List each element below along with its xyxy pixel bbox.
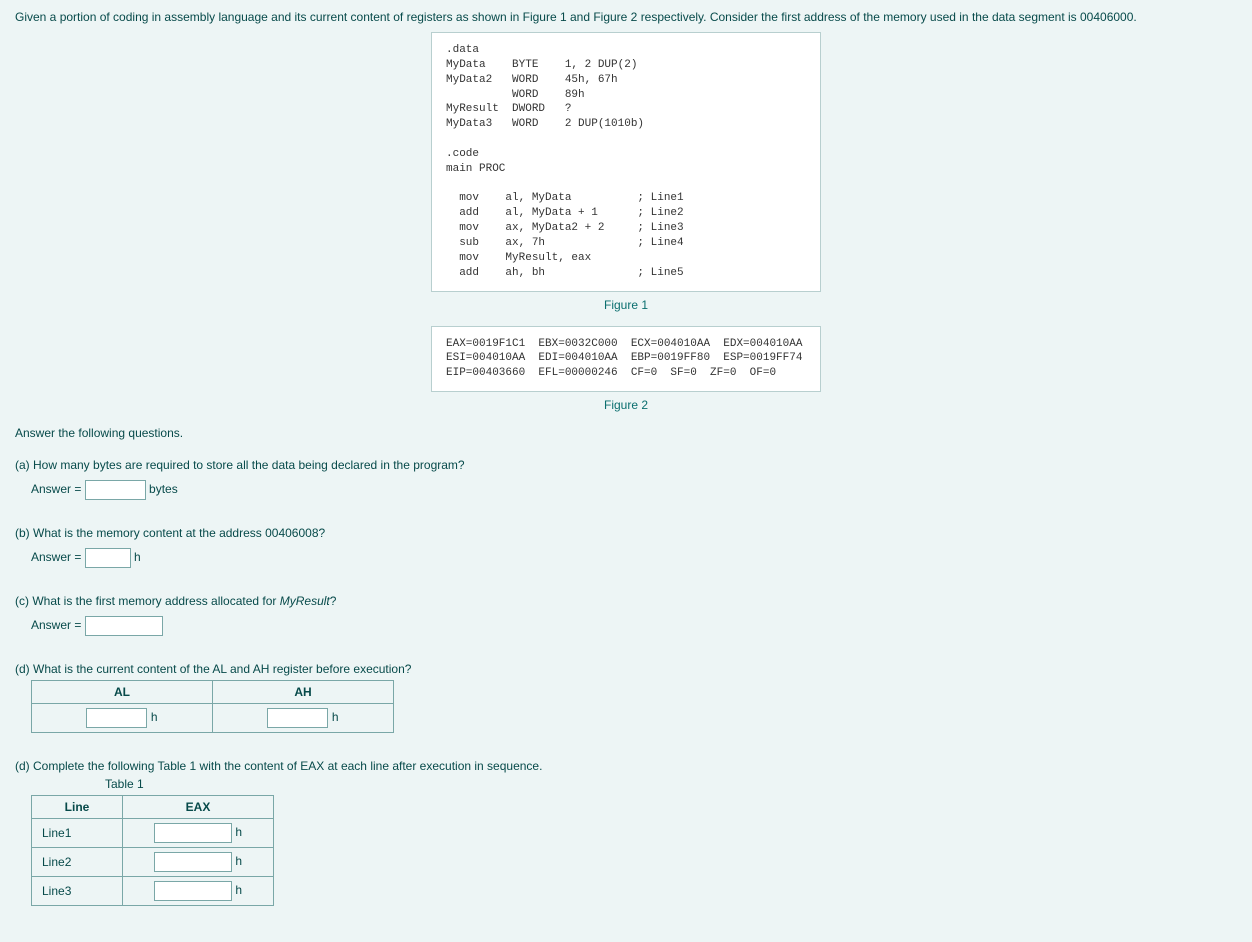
question-c-post: ? <box>330 594 337 608</box>
figure1-label: Figure 1 <box>15 298 1237 312</box>
row2-label: Line2 <box>32 848 123 877</box>
row1-suffix: h <box>235 825 242 839</box>
al-suffix: h <box>151 710 158 724</box>
question-b-text: (b) What is the memory content at the ad… <box>15 526 1237 540</box>
table-row: Line1 h <box>32 819 274 848</box>
row3-label: Line3 <box>32 877 123 906</box>
answer-b-prefix: Answer = <box>31 550 81 564</box>
row2-cell: h <box>123 848 274 877</box>
row2-suffix: h <box>235 854 242 868</box>
ah-header: AH <box>213 681 394 704</box>
eax-header: EAX <box>123 796 274 819</box>
row2-input[interactable] <box>154 852 232 872</box>
ah-cell: h <box>213 704 394 733</box>
row1-input[interactable] <box>154 823 232 843</box>
question-c-text: (c) What is the first memory address all… <box>15 594 1237 608</box>
figure2-code-box: EAX=0019F1C1 EBX=0032C000 ECX=004010AA E… <box>431 326 821 393</box>
ah-input[interactable] <box>267 708 328 728</box>
answer-c-prefix: Answer = <box>31 618 81 632</box>
row3-cell: h <box>123 877 274 906</box>
row3-input[interactable] <box>154 881 232 901</box>
question-a-text: (a) How many bytes are required to store… <box>15 458 1237 472</box>
table-row: Line3 h <box>32 877 274 906</box>
questions-header: Answer the following questions. <box>15 426 1237 440</box>
row1-cell: h <box>123 819 274 848</box>
answer-c-input[interactable] <box>85 616 163 636</box>
answer-a-prefix: Answer = <box>31 482 81 496</box>
al-input[interactable] <box>86 708 147 728</box>
answer-a-suffix: bytes <box>149 482 178 496</box>
al-ah-table: AL AH h h <box>31 680 394 733</box>
table-row: Line2 h <box>32 848 274 877</box>
eax-table: Line EAX Line1 h Line2 h Line3 h <box>31 795 274 906</box>
intro-text: Given a portion of coding in assembly la… <box>15 10 1237 24</box>
question-c-pre: (c) What is the first memory address all… <box>15 594 280 608</box>
question-d1-text: (d) What is the current content of the A… <box>15 662 1237 676</box>
row1-label: Line1 <box>32 819 123 848</box>
table1-title: Table 1 <box>105 777 1237 791</box>
question-d2-text: (d) Complete the following Table 1 with … <box>15 759 1237 773</box>
ah-suffix: h <box>332 710 339 724</box>
answer-b-suffix: h <box>134 550 141 564</box>
line-header: Line <box>32 796 123 819</box>
answer-a-input[interactable] <box>85 480 146 500</box>
figure1-code-box: .data MyData BYTE 1, 2 DUP(2) MyData2 WO… <box>431 32 821 292</box>
answer-b-input[interactable] <box>85 548 131 568</box>
figure2-label: Figure 2 <box>15 398 1237 412</box>
row3-suffix: h <box>235 883 242 897</box>
al-header: AL <box>32 681 213 704</box>
question-c-italic: MyResult <box>280 594 330 608</box>
al-cell: h <box>32 704 213 733</box>
